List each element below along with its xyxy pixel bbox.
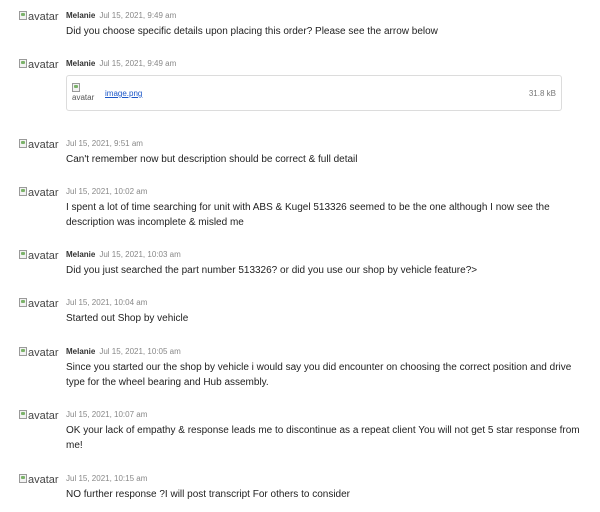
avatar: avatar: [19, 410, 59, 422]
message-meta: Melanie Jul 15, 2021, 9:49 am: [66, 11, 176, 21]
message-timestamp: Jul 15, 2021, 10:15 am: [66, 474, 148, 483]
message-meta: Jul 15, 2021, 9:51 am: [66, 139, 143, 149]
message-meta: Melanie Jul 15, 2021, 9:49 am: [66, 59, 176, 69]
avatar: avatar: [19, 474, 59, 486]
avatar: avatar: [19, 11, 59, 23]
attachment-thumbnail: avatar: [72, 83, 94, 103]
message-meta: Melanie Jul 15, 2021, 10:05 am: [66, 347, 181, 357]
avatar: avatar: [19, 347, 59, 359]
avatar: avatar: [19, 187, 59, 199]
message-author: Melanie: [66, 59, 96, 68]
message-text: Started out Shop by vehicle: [66, 313, 189, 324]
message-meta: Jul 15, 2021, 10:04 am: [66, 298, 147, 308]
avatar: avatar: [19, 298, 59, 310]
message-text: OK your lack of empathy & response leads…: [66, 425, 580, 451]
avatar: avatar: [19, 250, 59, 262]
avatar: avatar: [19, 139, 59, 151]
message-meta: Jul 15, 2021, 10:02 am: [66, 187, 147, 197]
message-timestamp: Jul 15, 2021, 10:07 am: [66, 410, 148, 419]
message-timestamp: Jul 15, 2021, 9:49 am: [99, 11, 177, 20]
broken-image-icon: [19, 410, 27, 419]
message-text: Can't remember now but description shoul…: [66, 154, 358, 165]
message-meta: Jul 15, 2021, 10:07 am: [66, 410, 147, 420]
message-text: NO further response ?I will post transcr…: [66, 489, 351, 500]
broken-image-icon: [19, 250, 27, 259]
message-timestamp: Jul 15, 2021, 9:51 am: [66, 139, 143, 148]
broken-image-icon: [19, 474, 27, 483]
message-meta: Jul 15, 2021, 10:15 am: [66, 474, 147, 484]
message-timestamp: Jul 15, 2021, 10:02 am: [66, 187, 148, 196]
broken-image-icon: [19, 11, 27, 20]
message-text: Did you choose specific details upon pla…: [66, 26, 438, 37]
message-text: I spent a lot of time searching for unit…: [66, 202, 550, 228]
broken-image-icon: [19, 298, 27, 307]
broken-image-icon: [19, 59, 27, 68]
message-text: Did you just searched the part number 51…: [66, 265, 478, 276]
avatar: avatar: [19, 59, 59, 71]
attachment-filename-link[interactable]: image.png: [105, 89, 142, 98]
attachment-card[interactable]: avatar image.png 31.8 kB: [66, 75, 562, 111]
message-timestamp: Jul 15, 2021, 10:03 am: [99, 250, 181, 259]
message-timestamp: Jul 15, 2021, 10:05 am: [99, 347, 181, 356]
message-meta: Melanie Jul 15, 2021, 10:03 am: [66, 250, 181, 260]
broken-image-icon: [19, 139, 27, 148]
message-timestamp: Jul 15, 2021, 10:04 am: [66, 298, 148, 307]
broken-image-icon: [19, 347, 27, 356]
message-author: Melanie: [66, 11, 96, 20]
broken-image-icon: [19, 187, 27, 196]
message-text: Since you started our the shop by vehicl…: [66, 362, 572, 388]
message-author: Melanie: [66, 250, 96, 259]
broken-image-icon: [72, 83, 80, 92]
message-timestamp: Jul 15, 2021, 9:49 am: [99, 59, 177, 68]
message-author: Melanie: [66, 347, 96, 356]
attachment-filesize: 31.8 kB: [528, 89, 556, 98]
